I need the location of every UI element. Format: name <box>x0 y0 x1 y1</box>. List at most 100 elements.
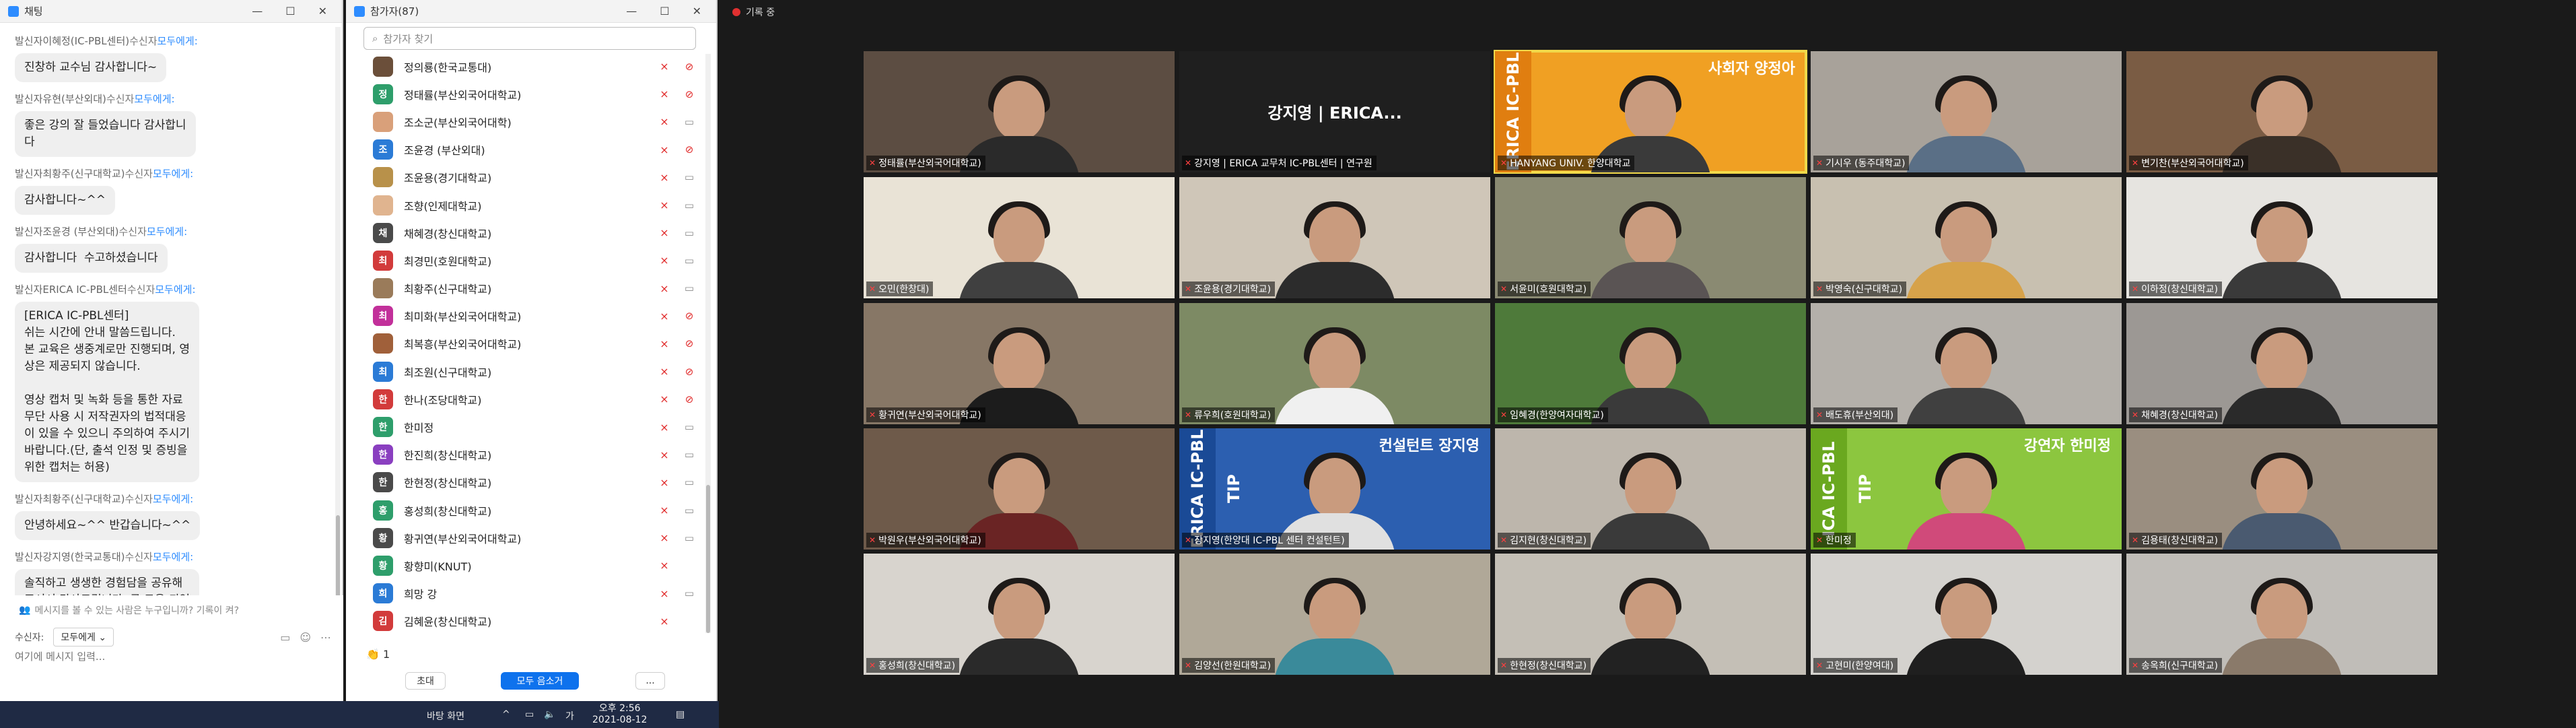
message-recipient[interactable]: 모두에게: <box>153 168 193 180</box>
close-icon[interactable]: ✕ <box>318 5 327 18</box>
video-icon[interactable]: ▭ <box>681 476 697 488</box>
participant-row[interactable]: 채 채혜경(창신대학교) ⨯ ▭ <box>363 219 701 246</box>
video-tile[interactable]: ✕ 김지현(창신대학교) <box>1495 428 1806 550</box>
mic-muted-icon[interactable]: ⨯ <box>657 254 672 267</box>
minimize-icon[interactable]: — <box>626 5 637 18</box>
mic-muted-icon[interactable]: ⨯ <box>657 559 672 572</box>
video-tile[interactable]: ✕ 임혜경(한양여자대학교) <box>1495 303 1806 424</box>
mic-muted-icon[interactable]: ⨯ <box>657 282 672 295</box>
more-icon[interactable]: ⋯ <box>320 631 331 644</box>
participants-scrollbar[interactable] <box>705 54 711 633</box>
video-icon[interactable]: ▭ <box>681 587 697 599</box>
video-tile[interactable]: ✕ 조윤용(경기대학교) <box>1179 177 1490 298</box>
message-recipient[interactable]: 모두에게: <box>153 493 193 505</box>
mic-muted-icon[interactable]: ⨯ <box>657 504 672 517</box>
mic-muted-icon[interactable]: ⨯ <box>657 337 672 350</box>
video-tile[interactable]: ✕ 김용태(창신대학교) <box>2126 428 2437 550</box>
video-tile[interactable]: ✕ 류우희(호원대학교) <box>1179 303 1490 424</box>
minimize-icon[interactable]: — <box>252 5 263 18</box>
participant-row[interactable]: 조윤용(경기대학교) ⨯ ▭ <box>363 164 701 191</box>
mic-muted-icon[interactable]: ⨯ <box>657 171 672 184</box>
notification-icon[interactable]: ▤ <box>676 709 685 720</box>
participant-row[interactable]: 희 희망 강 ⨯ ▭ <box>363 580 701 607</box>
volume-icon[interactable]: 🔈 <box>544 709 555 720</box>
maximize-icon[interactable]: ☐ <box>285 5 295 18</box>
mic-muted-icon[interactable]: ⨯ <box>657 60 672 73</box>
video-off-icon[interactable]: ⊘ <box>681 61 697 73</box>
video-icon[interactable]: ▭ <box>681 116 697 128</box>
recording-indicator[interactable]: 기록 중 <box>732 5 775 19</box>
recipient-dropdown[interactable]: 모두에게 ⌄ <box>53 628 114 647</box>
mic-muted-icon[interactable]: ⨯ <box>657 615 672 628</box>
participant-row[interactable]: 황 황귀연(부산외국어대학교) ⨯ ▭ <box>363 524 701 552</box>
mic-muted-icon[interactable]: ⨯ <box>657 449 672 461</box>
video-off-icon[interactable]: ⊘ <box>681 143 697 156</box>
video-icon[interactable]: ▭ <box>681 171 697 183</box>
participant-row[interactable]: 최 최미화(부산외국어대학교) ⨯ ⊘ <box>363 302 701 330</box>
taskbar-clock[interactable]: 오후 2:56 2021-08-12 <box>592 703 647 726</box>
video-icon[interactable]: ▭ <box>681 227 697 239</box>
mic-muted-icon[interactable]: ⨯ <box>657 587 672 600</box>
mic-muted-icon[interactable]: ⨯ <box>657 226 672 239</box>
mic-muted-icon[interactable]: ⨯ <box>657 115 672 128</box>
mic-muted-icon[interactable]: ⨯ <box>657 199 672 211</box>
mic-muted-icon[interactable]: ⨯ <box>657 88 672 100</box>
chat-message-list[interactable]: 발신자이혜정(IC-PBL센터)수신자모두에게: 진창하 교수님 감사합니다~ 발신… <box>0 24 335 622</box>
video-off-icon[interactable]: ⊘ <box>681 310 697 322</box>
participant-list[interactable]: 정의룡(한국교통대) ⨯ ⊘ 정 정태률(부산외국어대학교) ⨯ ⊘ 조소군(부산외국어대학)… <box>363 53 701 635</box>
video-tile[interactable]: ✕ 박원우(부산외국어대학교) <box>864 428 1175 550</box>
participant-row[interactable]: 한 한나(조당대학교) ⨯ ⊘ <box>363 385 701 413</box>
participant-row[interactable]: 최 최조원(신구대학교) ⨯ ⊘ <box>363 358 701 385</box>
participant-row[interactable]: 조소군(부산외국어대학) ⨯ ▭ <box>363 108 701 135</box>
maximize-icon[interactable]: ☐ <box>660 5 669 18</box>
video-off-icon[interactable]: ⊘ <box>681 393 697 405</box>
participant-row[interactable]: 홍 홍성희(창신대학교) ⨯ ▭ <box>363 496 701 524</box>
close-icon[interactable]: ✕ <box>693 5 701 18</box>
participant-row[interactable]: 김 김혜윤(창신대학교) ⨯ <box>363 607 701 635</box>
video-tile[interactable]: ERICA IC-PBL TIP 컨설턴트 장지영 ✕ 장지영(한양대 IC-PBL … <box>1179 428 1490 550</box>
chat-scrollbar[interactable] <box>335 27 341 609</box>
video-tile[interactable]: ✕ 서윤미(호원대학교) <box>1495 177 1806 298</box>
ime-indicator[interactable]: 가 <box>565 709 574 723</box>
emoji-icon[interactable]: ☺ <box>300 631 311 644</box>
video-icon[interactable]: ▭ <box>681 449 697 461</box>
video-tile[interactable]: ✕ 고현미(한양여대) <box>1811 554 2122 675</box>
message-recipient[interactable]: 모두에게: <box>155 284 195 296</box>
mic-muted-icon[interactable]: ⨯ <box>657 421 672 434</box>
video-icon[interactable]: ▭ <box>681 199 697 211</box>
message-recipient[interactable]: 모두에게: <box>134 93 174 105</box>
mic-muted-icon[interactable]: ⨯ <box>657 476 672 489</box>
video-tile[interactable]: ✕ 김양선(한원대학교) <box>1179 554 1490 675</box>
scrollbar-thumb[interactable] <box>706 485 710 633</box>
video-icon[interactable]: ▭ <box>681 532 697 544</box>
participant-row[interactable]: 조 조윤경 (부산외대) ⨯ ⊘ <box>363 136 701 164</box>
video-off-icon[interactable]: ⊘ <box>681 366 697 378</box>
mic-muted-icon[interactable]: ⨯ <box>657 365 672 378</box>
participant-row[interactable]: 조향(인제대학교) ⨯ ▭ <box>363 191 701 219</box>
message-recipient[interactable]: 모두에게: <box>147 226 187 238</box>
video-tile[interactable]: ✕ 배도휴(부산외대) <box>1811 303 2122 424</box>
mic-muted-icon[interactable]: ⨯ <box>657 143 672 156</box>
message-recipient[interactable]: 모두에게: <box>158 35 198 47</box>
network-icon[interactable]: ▭ <box>525 709 534 720</box>
mic-muted-icon[interactable]: ⨯ <box>657 393 672 405</box>
chat-message-input[interactable] <box>15 647 324 667</box>
video-icon[interactable]: ▭ <box>681 282 697 294</box>
participant-search-input[interactable]: ⌕ 참가자 찾기 <box>363 27 696 50</box>
video-tile[interactable]: ✕ 정태률(부산외국어대학교) <box>864 51 1175 172</box>
video-icon[interactable]: ▭ <box>681 504 697 517</box>
participant-row[interactable]: 정 정태률(부산외국어대학교) ⨯ ⊘ <box>363 80 701 108</box>
tray-chevron-icon[interactable]: ^ <box>502 709 510 720</box>
video-tile[interactable]: ✕ 기시우 (동주대학교) <box>1811 51 2122 172</box>
video-tile[interactable]: ICA IC-PBL TIP 강연자 한미정 ✕ 한미정 <box>1811 428 2122 550</box>
participant-row[interactable]: 최 최경민(호원대학교) ⨯ ▭ <box>363 246 701 274</box>
video-icon[interactable]: ▭ <box>681 255 697 267</box>
file-icon[interactable]: ▭ <box>280 631 290 644</box>
participant-row[interactable]: 한 한현정(창신대학교) ⨯ ▭ <box>363 469 701 496</box>
video-tile[interactable]: 강지영 | ERICA... ✕ 강지영 | ERICA 교무처 IC-PBL센터 … <box>1179 51 1490 172</box>
video-tile[interactable]: ERICA IC-PBL 사회자 양정아 ✕ HANYANG UNIV. 한양대학교 <box>1494 50 1807 174</box>
video-tile[interactable]: ✕ 채혜경(창신대학교) <box>2126 303 2437 424</box>
video-tile[interactable]: ✕ 송옥희(신구대학교) <box>2126 554 2437 675</box>
participant-row[interactable]: 한 한진희(창신대학교) ⨯ ▭ <box>363 441 701 469</box>
video-icon[interactable]: ▭ <box>681 421 697 433</box>
